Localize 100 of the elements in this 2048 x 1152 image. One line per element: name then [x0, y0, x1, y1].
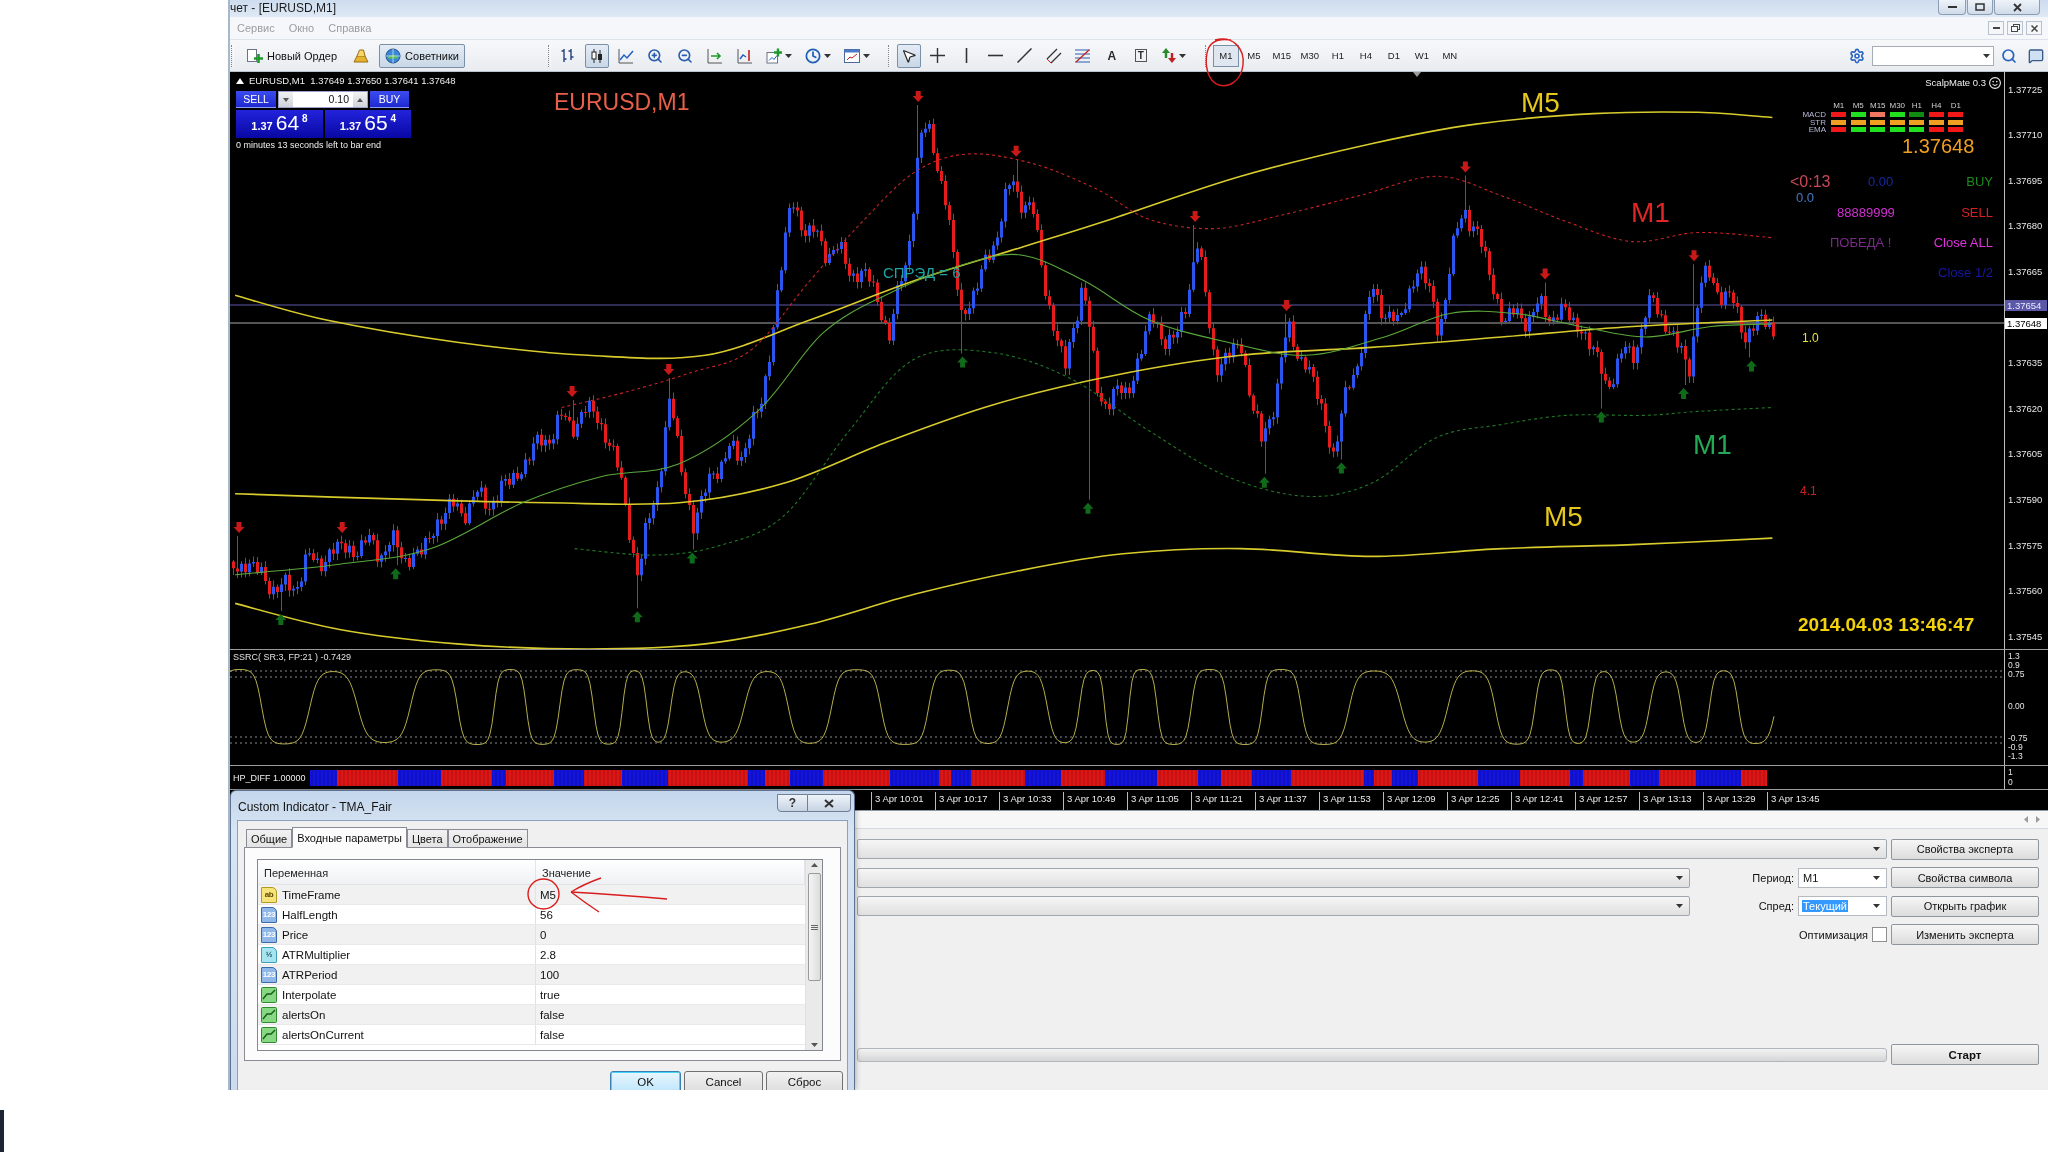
select-field[interactable]: M1 [1798, 867, 1887, 888]
chat-icon [2028, 47, 2044, 64]
type-tag: ½ [261, 946, 277, 963]
param-value[interactable]: 100 [540, 968, 560, 981]
param-value[interactable]: true [540, 988, 560, 1001]
caret-icon [1873, 904, 1880, 908]
tab[interactable]: Цвета [406, 829, 448, 847]
dialog-button[interactable]: Сброс [766, 1071, 843, 1090]
timeframe-button[interactable]: H1 [1324, 44, 1351, 67]
new-order-button[interactable]: Новый Ордер [240, 43, 344, 68]
dialog-button[interactable]: OK [610, 1071, 681, 1090]
timeframe-button[interactable]: M15 [1268, 44, 1295, 67]
text-label-button[interactable]: T [1128, 43, 1153, 68]
scroll-left-icon[interactable] [2024, 816, 2028, 823]
axis-label: 1 [2008, 767, 2013, 777]
axis-label: 1.3 [2008, 651, 2020, 661]
axis-label: -0.9 [2008, 742, 2023, 752]
param-value[interactable]: 56 [540, 908, 553, 921]
param-name: Price [282, 928, 309, 941]
param-name: Interpolate [282, 988, 337, 1001]
param-value[interactable]: 0 [540, 928, 547, 941]
vertical-line-icon [965, 48, 969, 63]
price-label: 1.37725 [2008, 83, 2043, 95]
ingot-icon [353, 48, 370, 63]
timeframe-button[interactable]: M5 [1240, 44, 1267, 67]
caret-icon [1676, 904, 1683, 908]
select-field[interactable] [857, 839, 1887, 859]
fibonacci-icon [1075, 48, 1091, 63]
scroll-up-icon[interactable] [810, 863, 818, 867]
bid-price-label: 1.37648 [2005, 317, 2047, 329]
timeframe-button[interactable]: MN [1436, 44, 1463, 67]
cursor-button[interactable] [896, 43, 921, 68]
start-button[interactable]: Старт [1891, 1044, 2039, 1065]
timeframe-button[interactable]: W1 [1408, 44, 1435, 67]
type-tag: 123 [261, 906, 277, 923]
chart-line-icon [261, 1006, 277, 1023]
search-field[interactable] [1872, 45, 1994, 66]
param-name: ATRMultiplier [282, 948, 351, 961]
tab[interactable]: Отображение [447, 829, 528, 847]
minimize-icon [1947, 6, 1957, 8]
param-name: HalfLength [282, 908, 338, 921]
select-field[interactable] [857, 896, 1690, 916]
timeframe-button[interactable]: M30 [1296, 44, 1323, 67]
scrollbar-thumb[interactable] [807, 873, 821, 981]
timeframe-button[interactable]: D1 [1380, 44, 1407, 67]
close-button[interactable] [808, 794, 851, 812]
candlestick-button[interactable] [584, 43, 609, 68]
text-button[interactable]: A [1099, 43, 1124, 68]
dialog-button[interactable]: Cancel [684, 1071, 763, 1090]
price-label: 1.37665 [2008, 265, 2043, 277]
checkbox[interactable] [1872, 927, 1887, 942]
type-tag: ab [261, 886, 277, 903]
param-name: alertsOn [282, 1008, 326, 1021]
caret-icon [785, 53, 793, 58]
price-label: 1.37545 [2008, 630, 2043, 642]
timeframe-button[interactable]: M1 [1212, 44, 1239, 67]
timeframe-button[interactable]: H4 [1352, 44, 1379, 67]
tab[interactable]: Общие [246, 829, 293, 847]
minimize-button[interactable] [1988, 21, 2004, 35]
cursor-icon [900, 47, 917, 64]
param-name: ATRPeriod [282, 968, 338, 981]
zoom-in-icon [646, 47, 663, 64]
chart-arrow-icon [706, 47, 723, 64]
field-label: Оптимизация [1799, 928, 1868, 941]
tab[interactable]: Входные параметры [292, 827, 407, 848]
caret-icon [1983, 53, 1990, 58]
restore-icon [2010, 24, 2020, 32]
help-button[interactable]: ? [777, 794, 808, 812]
caret-icon [824, 53, 832, 58]
maximize-button[interactable] [1967, 0, 1993, 15]
close-button[interactable] [2026, 21, 2042, 35]
panel-button[interactable]: Свойства эксперта [1891, 838, 2039, 860]
caret-icon [1873, 847, 1880, 851]
edge-fragment [0, 1110, 4, 1152]
close-icon [2030, 24, 2038, 32]
select-field[interactable] [857, 867, 1690, 888]
panel-button[interactable]: Изменить эксперта [1891, 924, 2039, 945]
param-value[interactable]: false [540, 1028, 565, 1041]
search-icon [2001, 47, 2017, 64]
experts-button[interactable]: Советники [379, 43, 465, 68]
price-label: 1.37560 [2008, 585, 2043, 597]
plus-chart-icon [766, 47, 783, 64]
scroll-right-icon[interactable] [2036, 816, 2040, 823]
arrows-icon [1162, 48, 1177, 63]
settings-icon [1849, 47, 1865, 64]
param-value[interactable]: M5 [540, 888, 556, 901]
minimize-button[interactable] [1938, 0, 1966, 15]
price-label: 1.37710 [2008, 129, 2043, 141]
close-button[interactable] [1994, 0, 2040, 15]
type-tag: 123 [261, 926, 277, 943]
param-value[interactable]: 2.8 [540, 948, 556, 961]
ask-price-label: 1.37654 [2005, 299, 2047, 311]
restore-button[interactable] [2007, 21, 2023, 35]
param-value[interactable]: false [540, 1008, 565, 1021]
caret-icon [863, 53, 871, 58]
chart-line-icon [261, 1026, 277, 1043]
scroll-down-icon[interactable] [810, 1043, 818, 1047]
panel-button[interactable]: Свойства символа [1891, 867, 2039, 888]
panel-button[interactable]: Открыть график [1891, 895, 2039, 917]
price-label: 1.37590 [2008, 493, 2043, 505]
